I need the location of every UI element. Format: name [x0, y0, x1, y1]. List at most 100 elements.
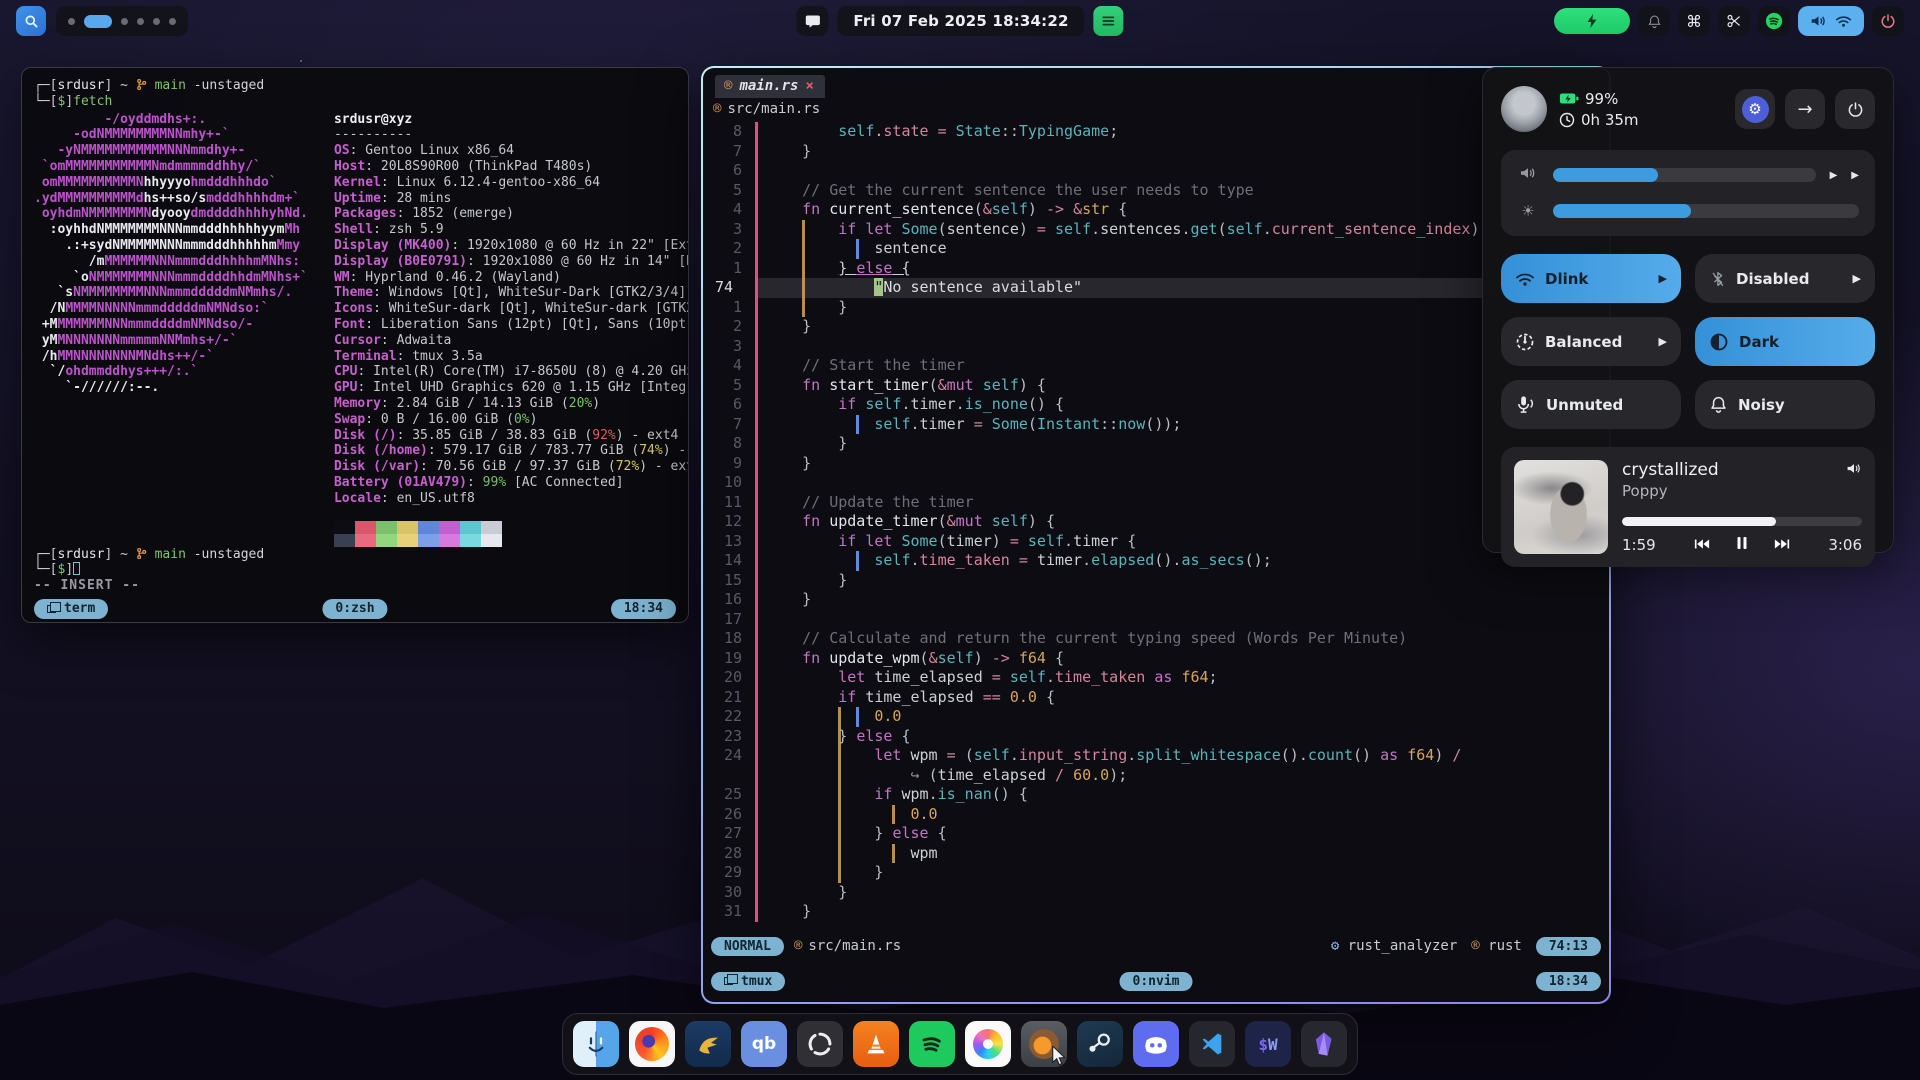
fetch-info-line: Terminal: tmux 3.5a [334, 349, 689, 365]
track-title: crystallized [1622, 460, 1719, 480]
workspaces[interactable] [56, 6, 188, 36]
output-speaker-icon[interactable] [1846, 460, 1862, 480]
prompt-line-1: ┌─[srdusr] ~ main -unstaged [34, 78, 676, 94]
toggle-balanced[interactable]: Balanced▶ [1501, 317, 1681, 366]
uptime-clock-icon [1559, 112, 1575, 128]
notes-indicator[interactable] [1094, 6, 1124, 36]
dock-item-wezterm[interactable]: $W [1245, 1021, 1291, 1067]
code-line: 15 } [703, 571, 1609, 591]
code-line: 4 fn current_sentence(&self) -> &str { [703, 200, 1609, 220]
workspace-dot[interactable] [153, 18, 160, 25]
toggle-noisy[interactable]: Noisy [1695, 380, 1875, 429]
fetch-info-line: Cursor: Adwaita [334, 333, 689, 349]
pause-button[interactable] [1736, 536, 1748, 554]
fetch-info-line: CPU: Intel(R) Core(TM) i7-8650U (8) @ 4.… [334, 364, 689, 380]
dnd-toggle[interactable] [1638, 6, 1670, 36]
code-area[interactable]: 8 self.state = State::TypingGame;7 }65 /… [703, 120, 1609, 934]
bluetooth-off-icon [1709, 270, 1726, 288]
tmux-window-badge[interactable]: 0:zsh [322, 599, 387, 619]
workspace-active[interactable] [84, 15, 112, 28]
code-line: 2 } [703, 317, 1609, 337]
charging-bolt-icon [1584, 13, 1600, 29]
code-line: 30 } [703, 883, 1609, 903]
volume-slider[interactable] [1553, 168, 1816, 182]
dock-item-vlc[interactable] [853, 1021, 899, 1067]
toggle-dark[interactable]: Dark [1695, 317, 1875, 366]
dock-item-obsidian[interactable] [1301, 1021, 1347, 1067]
tmux-session-badge[interactable]: tmux [711, 972, 785, 991]
fetch-info-line: Kernel: Linux 6.12.4-gentoo-x86_64 [334, 175, 689, 191]
photos-icon [965, 1021, 1011, 1067]
toggle-label: Dlink [1545, 270, 1588, 288]
battery-indicator[interactable] [1554, 8, 1630, 34]
clock-text: Fri 07 Feb 2025 18:34:22 [853, 12, 1068, 30]
spotify-indicator[interactable] [1758, 6, 1790, 36]
next-button[interactable] [1774, 536, 1790, 554]
terminal-window[interactable]: ┌─[srdusr] ~ main -unstaged └─[$]fetch -… [21, 67, 689, 623]
dock-item-obs[interactable] [797, 1021, 843, 1067]
quick-settings-button[interactable] [1798, 6, 1864, 36]
fetch-info-line: Host: 20L8S90R00 (ThinkPad T480s) [334, 159, 689, 175]
power-menu-button[interactable] [1872, 6, 1904, 36]
workspace-dot[interactable] [68, 18, 75, 25]
volume-fill [1553, 168, 1658, 182]
code-line: 16 } [703, 590, 1609, 610]
screenshot-button[interactable] [1718, 6, 1750, 36]
prompt-line-1: ┌─[srdusr] ~ main -unstaged [34, 547, 676, 563]
bell-muted-icon [1647, 14, 1662, 29]
code-line: 11 // Update the timer [703, 493, 1609, 513]
code-line: 5 // Get the current sentence the user n… [703, 181, 1609, 201]
dock-item-discord[interactable] [1133, 1021, 1179, 1067]
notifications-button[interactable] [796, 6, 828, 36]
qbittorrent-icon: qb [741, 1021, 787, 1067]
microphone-icon [1515, 395, 1536, 414]
code-line: 24 let wpm = (self.input_string.split_wh… [703, 746, 1609, 766]
toggle-dlink[interactable]: Dlink▶ [1501, 254, 1681, 303]
brightness-slider[interactable] [1553, 204, 1859, 218]
previous-button[interactable] [1694, 536, 1710, 554]
tab-close-icon[interactable]: × [805, 78, 813, 94]
workspace-dot[interactable] [169, 18, 176, 25]
obs-icon [797, 1021, 843, 1067]
dock-item-steam[interactable] [1077, 1021, 1123, 1067]
keybinds-button[interactable]: ⌘ [1678, 6, 1710, 36]
logout-button[interactable]: → [1785, 89, 1825, 129]
workspace-dot[interactable] [121, 18, 128, 25]
dock-item-photos[interactable] [965, 1021, 1011, 1067]
dock-item-spotify[interactable] [909, 1021, 955, 1067]
app-launcher-button[interactable] [16, 6, 46, 36]
tab-main-rs[interactable]: ® main.rs × [715, 75, 825, 98]
statusline: NORMAL ®src/main.rs ⚙ rust_analyzer ® ru… [703, 934, 1609, 958]
code-line: 10 [703, 473, 1609, 493]
tmux-session-badge[interactable]: term [34, 599, 108, 619]
winbar-path: src/main.rs [727, 101, 820, 117]
album-art [1514, 460, 1608, 554]
window-icon [47, 605, 56, 613]
dock-item-firefox[interactable] [629, 1021, 675, 1067]
chevron-right-icon: ▶ [1659, 335, 1667, 348]
rust-lang-icon: ® [1471, 938, 1479, 954]
chat-bubble-icon [804, 14, 821, 29]
chevron-right-icon[interactable]: ▶ [1851, 170, 1859, 181]
code-line: 14 self.time_taken = timer.elapsed().as_… [703, 551, 1609, 571]
fetch-info-line: srdusr@xyz [334, 112, 689, 128]
workspace-dot[interactable] [137, 18, 144, 25]
clock[interactable]: Fri 07 Feb 2025 18:34:22 [837, 6, 1084, 36]
dock-item-file-manager[interactable] [573, 1021, 619, 1067]
toggle-unmuted[interactable]: Unmuted [1501, 380, 1681, 429]
dock-item-thunderbird[interactable] [685, 1021, 731, 1067]
toggle-disabled[interactable]: Disabled▶ [1695, 254, 1875, 303]
neovim[interactable]: ® main.rs × ® src/main.rs 8 self.state =… [703, 68, 1609, 1002]
dock-item-vscode[interactable] [1189, 1021, 1235, 1067]
terminal-cursor [73, 562, 80, 575]
sliders-card: ▶ ▶ ☀ [1501, 150, 1875, 236]
code-line: ↪ (time_elapsed / 60.0); [703, 766, 1609, 786]
power-button[interactable] [1835, 89, 1875, 129]
terminal-color-palette [334, 534, 689, 547]
dock-item-qbittorrent[interactable]: qb [741, 1021, 787, 1067]
fetch-info-line: Theme: Windows [Qt], WhiteSur-Dark [GTK2… [334, 285, 689, 301]
tmux-window-badge[interactable]: 0:nvim [1120, 972, 1193, 991]
chevron-right-icon[interactable]: ▶ [1830, 170, 1838, 181]
track-progress-bar[interactable] [1622, 517, 1862, 526]
settings-button[interactable]: ⚙ [1735, 89, 1775, 129]
